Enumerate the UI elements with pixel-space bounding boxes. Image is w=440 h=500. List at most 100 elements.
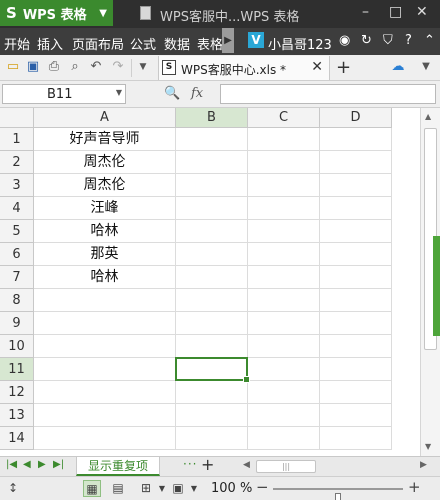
cell-a5[interactable]: 哈林 — [34, 220, 176, 243]
minimize-button[interactable]: – — [362, 4, 369, 20]
cell-a7[interactable]: 哈林 — [34, 266, 176, 289]
cell-c9[interactable] — [248, 312, 320, 335]
prev-sheet-icon[interactable]: ◀ — [23, 459, 31, 470]
row-header-12[interactable]: 12 — [0, 381, 34, 404]
horizontal-scroll-thumb[interactable]: ||| — [256, 460, 316, 473]
menu-data[interactable]: 数据 — [164, 34, 190, 53]
cell-a13[interactable] — [34, 404, 176, 427]
cell-d12[interactable] — [320, 381, 392, 404]
column-header-d[interactable]: D — [320, 108, 392, 128]
insert-function-icon[interactable]: fx — [191, 86, 203, 101]
collapse-ribbon-icon[interactable]: ⌃ — [424, 33, 435, 48]
name-box-dropdown-icon[interactable]: ▼ — [116, 88, 122, 97]
skin-icon[interactable]: ◉ — [339, 33, 350, 48]
zoom-formula-icon[interactable]: 🔍 — [164, 86, 180, 101]
cell-c6[interactable] — [248, 243, 320, 266]
cell-c2[interactable] — [248, 151, 320, 174]
user-name[interactable]: 小昌哥123 — [268, 34, 332, 53]
row-header-10[interactable]: 10 — [0, 335, 34, 358]
cell-a9[interactable] — [34, 312, 176, 335]
menu-page-layout[interactable]: 页面布局 — [72, 34, 124, 53]
cell-d2[interactable] — [320, 151, 392, 174]
cell-b9[interactable] — [176, 312, 248, 335]
row-header-7[interactable]: 7 — [0, 266, 34, 289]
cell-b1[interactable] — [176, 128, 248, 151]
more-sheets-icon[interactable]: ··· — [183, 457, 197, 471]
cell-a2[interactable]: 周杰伦 — [34, 151, 176, 174]
cell-c4[interactable] — [248, 197, 320, 220]
menu-formula[interactable]: 公式 — [130, 34, 156, 53]
tab-list-icon[interactable]: ▼ — [418, 59, 434, 75]
menu-scroll-right-icon[interactable]: ▶ — [222, 28, 234, 53]
cell-d5[interactable] — [320, 220, 392, 243]
formula-input[interactable] — [220, 84, 436, 104]
cell-b3[interactable] — [176, 174, 248, 197]
zoom-level[interactable]: 100 % — [211, 481, 252, 496]
menu-insert[interactable]: 插入 — [37, 34, 63, 53]
cell-b12[interactable] — [176, 381, 248, 404]
new-tab-button[interactable]: + — [336, 57, 351, 78]
normal-view-icon[interactable]: ▦ — [83, 480, 101, 497]
cell-c5[interactable] — [248, 220, 320, 243]
save-icon[interactable]: ▣ — [25, 59, 41, 75]
cell-c8[interactable] — [248, 289, 320, 312]
cell-c14[interactable] — [248, 427, 320, 450]
cloud-icon[interactable]: ☁ — [390, 59, 406, 75]
cell-d7[interactable] — [320, 266, 392, 289]
cell-b4[interactable] — [176, 197, 248, 220]
scroll-right-icon[interactable]: ▶ — [420, 460, 427, 470]
row-header-1[interactable]: 1 — [0, 128, 34, 151]
cell-a4[interactable]: 汪峰 — [34, 197, 176, 220]
cell-d13[interactable] — [320, 404, 392, 427]
cell-d14[interactable] — [320, 427, 392, 450]
cell-b10[interactable] — [176, 335, 248, 358]
menu-table[interactable]: 表格 — [197, 34, 223, 53]
open-folder-icon[interactable]: ▭ — [5, 59, 21, 75]
last-sheet-icon[interactable]: ▶| — [53, 459, 64, 470]
zoom-out-button[interactable]: − — [256, 478, 269, 496]
cell-d4[interactable] — [320, 197, 392, 220]
row-header-13[interactable]: 13 — [0, 404, 34, 427]
cell-b7[interactable] — [176, 266, 248, 289]
cell-a12[interactable] — [34, 381, 176, 404]
close-tab-icon[interactable]: ✕ — [311, 59, 323, 75]
cell-b5[interactable] — [176, 220, 248, 243]
cell-d11[interactable] — [320, 358, 392, 381]
close-button[interactable]: ✕ — [416, 4, 428, 20]
cell-d6[interactable] — [320, 243, 392, 266]
print-preview-icon[interactable]: ⌕ — [67, 59, 83, 75]
cell-b6[interactable] — [176, 243, 248, 266]
shirt-icon[interactable]: ⛉ — [383, 33, 393, 48]
cell-a6[interactable]: 那英 — [34, 243, 176, 266]
scroll-down-icon[interactable]: ▼ — [425, 442, 431, 451]
cell-a11[interactable] — [34, 358, 176, 381]
cell-c12[interactable] — [248, 381, 320, 404]
maximize-button[interactable]: □ — [389, 4, 402, 20]
print-icon[interactable]: ⎙ — [46, 59, 62, 75]
cell-c3[interactable] — [248, 174, 320, 197]
split-handle[interactable] — [433, 236, 440, 336]
cell-c7[interactable] — [248, 266, 320, 289]
row-header-6[interactable]: 6 — [0, 243, 34, 266]
cell-b8[interactable] — [176, 289, 248, 312]
cell-b13[interactable] — [176, 404, 248, 427]
redo-icon[interactable]: ↷ — [110, 59, 126, 75]
cell-a8[interactable] — [34, 289, 176, 312]
select-all-corner[interactable] — [0, 108, 34, 128]
scroll-left-icon[interactable]: ◀ — [243, 460, 250, 470]
cell-a1[interactable]: 好声音导师 — [34, 128, 176, 151]
row-header-14[interactable]: 14 — [0, 427, 34, 450]
app-menu-button[interactable]: S WPS 表格 ▼ — [0, 0, 113, 26]
sheet-tab[interactable]: 显示重复项 — [76, 457, 160, 476]
row-header-2[interactable]: 2 — [0, 151, 34, 174]
cell-c1[interactable] — [248, 128, 320, 151]
document-tab[interactable]: S WPS客服中心.xls * ✕ — [158, 56, 330, 80]
cell-c10[interactable] — [248, 335, 320, 358]
name-box[interactable]: B11 ▼ — [2, 84, 126, 104]
column-header-c[interactable]: C — [248, 108, 320, 128]
column-header-b[interactable]: B — [176, 108, 248, 128]
add-sheet-button[interactable]: + — [201, 455, 214, 474]
cell-b2[interactable] — [176, 151, 248, 174]
cell-a10[interactable] — [34, 335, 176, 358]
row-header-9[interactable]: 9 — [0, 312, 34, 335]
